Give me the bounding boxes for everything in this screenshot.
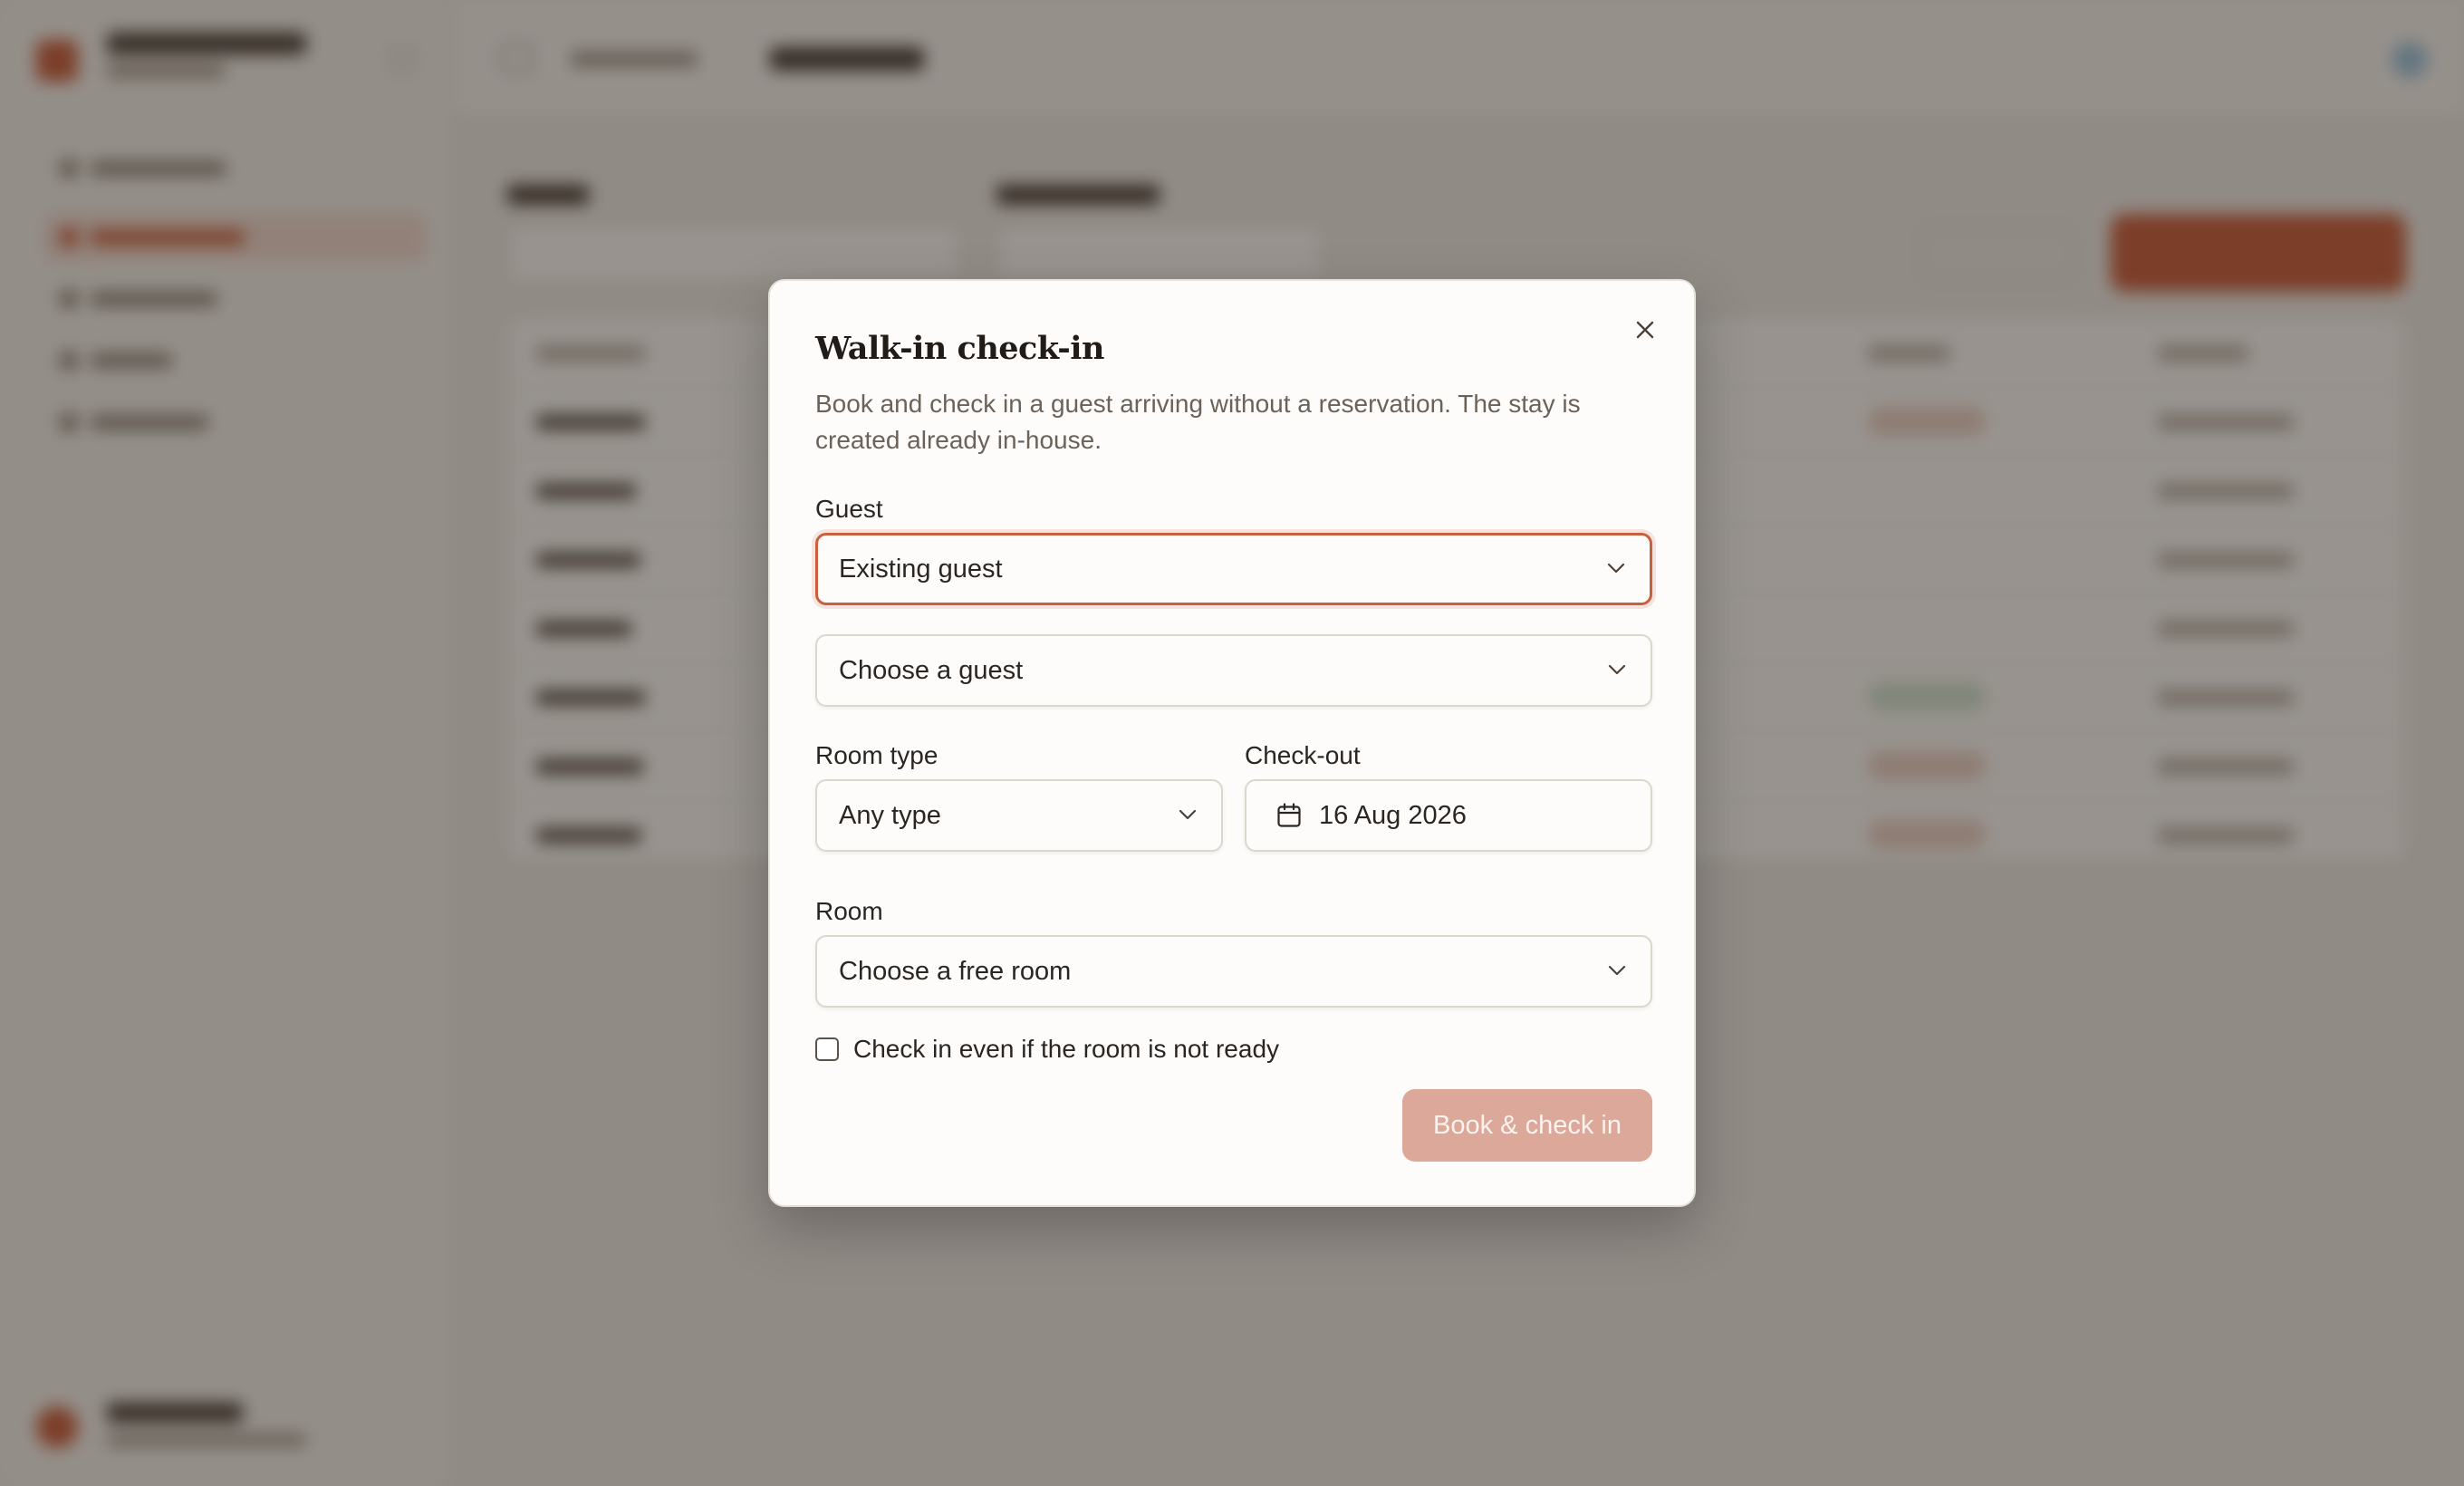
chevron-down-icon — [1607, 563, 1625, 574]
close-icon — [1636, 321, 1654, 339]
dialog-title: Walk-in check-in — [815, 330, 1104, 367]
guest-mode-value: Existing guest — [839, 554, 1003, 584]
force-checkin-checkbox[interactable] — [815, 1037, 839, 1061]
force-checkin-option[interactable]: Check in even if the room is not ready — [815, 1035, 1279, 1064]
chevron-down-icon — [1179, 809, 1197, 820]
guest-label: Guest — [815, 495, 883, 523]
dialog-description: Book and check in a guest arriving witho… — [815, 390, 1581, 454]
room-select-value: Choose a free room — [839, 956, 1072, 986]
checkout-date-picker[interactable]: 16 Aug 2026 — [1245, 779, 1652, 852]
chevron-down-icon — [1608, 965, 1626, 976]
guest-select-value: Choose a guest — [839, 655, 1024, 685]
calendar-icon — [1277, 803, 1301, 827]
room-type-label: Room type — [815, 741, 938, 769]
checkout-date-value: 16 Aug 2026 — [1319, 800, 1467, 830]
room-label: Room — [815, 897, 883, 925]
guest-mode-select[interactable]: Existing guest — [815, 533, 1652, 605]
book-and-checkin-button[interactable]: Book & check in — [1402, 1089, 1652, 1162]
checkout-label: Check-out — [1245, 741, 1361, 769]
room-type-value: Any type — [839, 800, 941, 830]
walk-in-checkin-dialog: Walk-in check-in Book and check in a gue… — [768, 279, 1696, 1207]
room-select[interactable]: Choose a free room — [815, 935, 1652, 1008]
close-button[interactable] — [1627, 312, 1663, 348]
guest-select[interactable]: Choose a guest — [815, 634, 1652, 707]
force-checkin-label: Check in even if the room is not ready — [853, 1035, 1280, 1063]
room-type-select[interactable]: Any type — [815, 779, 1223, 852]
chevron-down-icon — [1608, 664, 1626, 675]
